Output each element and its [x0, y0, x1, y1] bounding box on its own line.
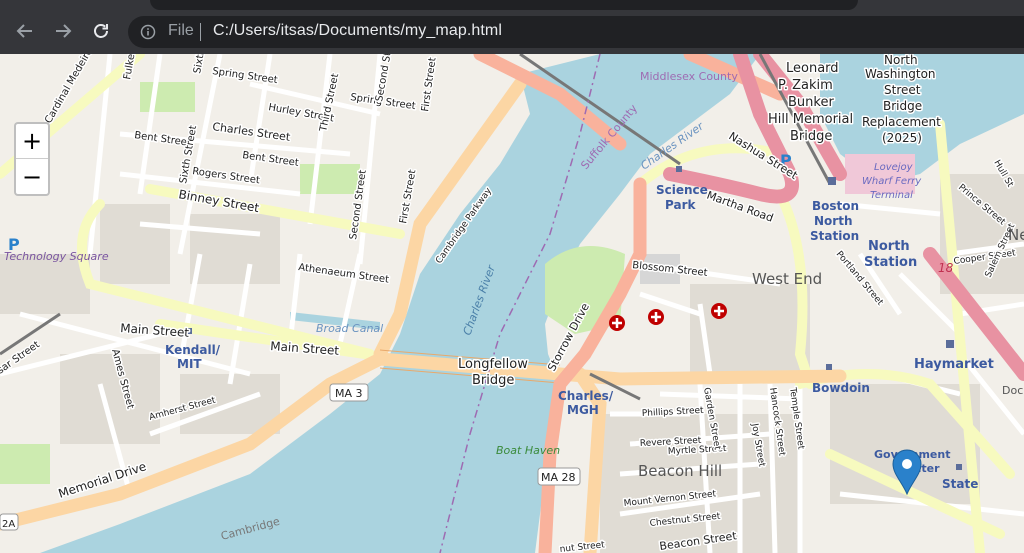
road-shield-label: MA 3 — [335, 387, 363, 400]
district-label: West End — [752, 270, 822, 288]
bridge-label: Bridge — [472, 373, 514, 388]
water-label: Broad Canal — [316, 322, 383, 335]
district-label: Ne — [1008, 226, 1024, 244]
transit-label: Boston — [812, 199, 859, 213]
place-label: Technology Square — [4, 250, 109, 263]
place-label: Terminal — [870, 190, 913, 201]
transit-label: State — [942, 477, 978, 491]
boundary-label: Middlesex County — [640, 70, 738, 83]
street-label: Sixth — [192, 54, 207, 75]
transit-label: Park — [665, 198, 696, 212]
transit-label: Haymarket — [914, 357, 994, 372]
separator — [200, 23, 201, 41]
bridge-label: Longfellow — [458, 357, 528, 372]
info-icon[interactable] — [140, 24, 156, 40]
zoom-in-button[interactable]: + — [16, 124, 48, 159]
street-label: Bent Street — [134, 130, 192, 149]
map-canvas[interactable]: P P Fulkerson Sixth Spring Street Spring… — [0, 54, 1024, 553]
street-label: First Street — [420, 57, 439, 113]
bridge-label: Bridge — [883, 99, 922, 113]
street-label: nut Street — [559, 540, 605, 553]
transit-label: Station — [864, 255, 917, 270]
bridge-label: Bunker — [788, 95, 834, 110]
street-label: First Street — [398, 169, 418, 225]
place-label: Lovejoy — [874, 162, 914, 173]
back-arrow-icon — [16, 24, 32, 38]
bridge-label: (2025) — [882, 131, 922, 145]
bridge-label: Washington — [865, 67, 936, 81]
park — [140, 82, 195, 112]
transit-label: Kendall/ — [165, 343, 221, 357]
transit-label: Doc — [1002, 384, 1023, 397]
bridge-label: P. Zakim — [778, 78, 833, 93]
bridge-label: Replacement — [862, 115, 941, 129]
bridge-label: North — [884, 54, 918, 67]
street-label: Athenaeum Street — [298, 262, 390, 286]
transit-label: MIT — [177, 357, 202, 371]
bridge-label: Street — [884, 83, 921, 97]
transit-label: Bowdoin — [812, 381, 870, 395]
street-label: Charles Street — [212, 120, 292, 144]
road-shield-label: 2A — [2, 519, 15, 530]
district-label: Beacon Hill — [638, 462, 722, 480]
scheme-label: File — [168, 22, 194, 39]
tab-strip — [150, 0, 858, 10]
transit-label: Charles/ — [558, 389, 614, 403]
reload-button[interactable] — [88, 18, 114, 44]
place-label: Wharf Ferry — [862, 176, 922, 187]
browser-toolbar: File C:/Users/itsas/Documents/my_map.htm… — [0, 0, 1024, 54]
bridge-label: Leonard — [786, 61, 839, 76]
bridge-label: Bridge — [790, 129, 832, 144]
forward-button[interactable] — [50, 18, 76, 44]
back-button[interactable] — [12, 18, 38, 44]
transit-label: MGH — [567, 403, 599, 417]
park — [0, 444, 50, 484]
place-label: Boat Haven — [496, 444, 560, 457]
park — [845, 154, 915, 194]
transit-label: Station — [810, 229, 859, 243]
forward-arrow-icon — [56, 24, 72, 38]
address-bar[interactable]: File C:/Users/itsas/Documents/my_map.htm… — [128, 16, 1024, 48]
map-viewport[interactable]: P P Fulkerson Sixth Spring Street Spring… — [0, 54, 1024, 553]
route-label: 18 — [938, 261, 954, 275]
reload-icon — [94, 24, 108, 38]
zoom-control: + − — [14, 122, 50, 196]
bridge-label: Hill Memorial — [768, 112, 853, 127]
road-shield-label: MA 28 — [541, 471, 576, 484]
park — [300, 164, 360, 194]
transit-label: North — [868, 239, 910, 254]
zoom-out-button[interactable]: − — [16, 159, 48, 194]
transit-label: North — [814, 214, 852, 228]
transit-label: Science — [656, 183, 708, 197]
url-text[interactable]: C:/Users/itsas/Documents/my_map.html — [213, 22, 502, 40]
